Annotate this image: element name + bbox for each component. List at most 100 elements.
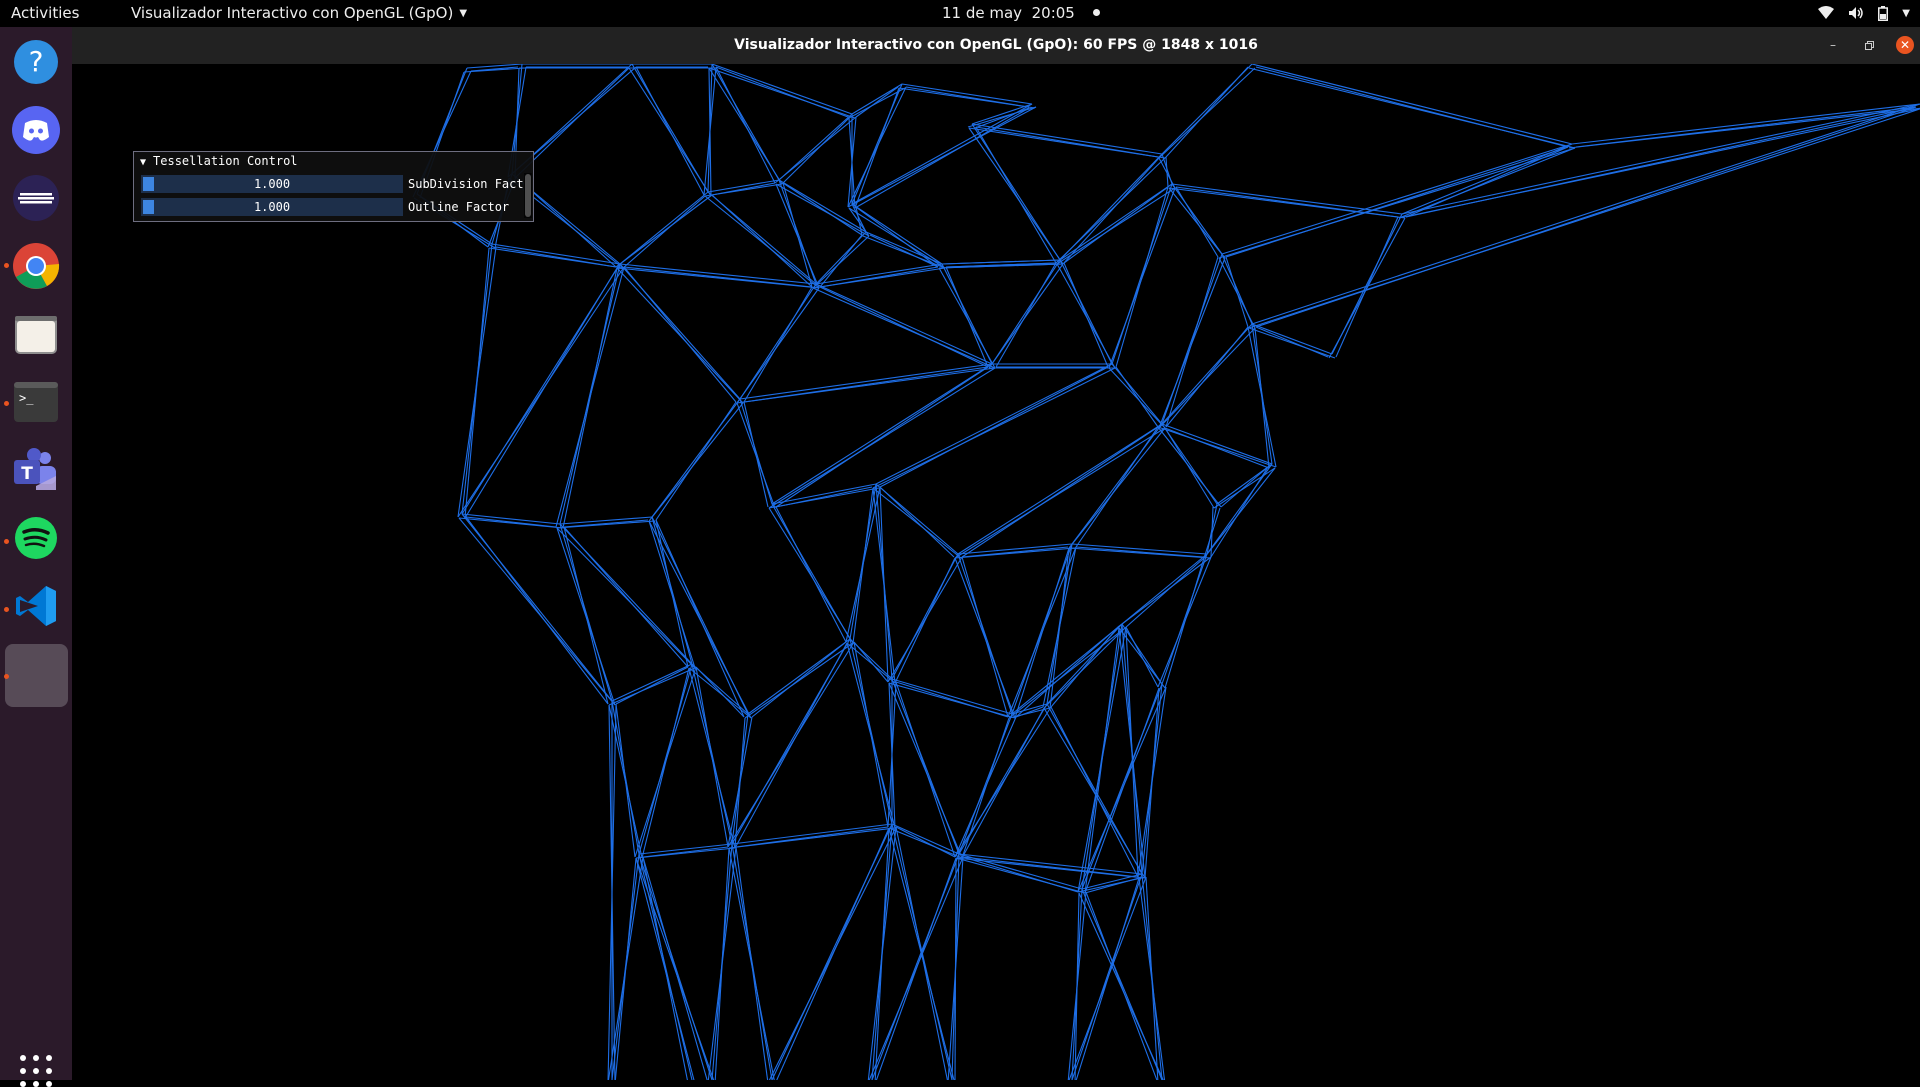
mesh-edge (954, 427, 1166, 559)
mesh-edge (1158, 327, 1256, 429)
mesh-edge (739, 398, 773, 505)
mesh-edge (1138, 877, 1166, 1080)
panel-scrollbar[interactable] (524, 173, 532, 218)
spotify-icon[interactable] (11, 513, 61, 563)
mesh-edge (728, 847, 775, 1080)
mesh-edge (888, 827, 955, 1080)
vscode-icon[interactable] (11, 581, 61, 631)
mesh-edge (1059, 183, 1173, 261)
app-menu-label: Visualizador Interactivo con OpenGL (GpO… (131, 4, 454, 22)
mesh-edge (619, 191, 709, 265)
mesh-edge (1084, 627, 1120, 894)
mesh-edge (1043, 627, 1126, 709)
restore-icon (1864, 40, 1874, 50)
mesh-edge (961, 426, 1159, 558)
mesh-edge (628, 67, 712, 197)
mesh-edge (708, 67, 856, 119)
collapse-arrow-icon[interactable]: ▼ (140, 157, 146, 168)
mesh-edge (743, 286, 813, 403)
mesh-edge (1056, 263, 1116, 369)
mesh-edge (1165, 66, 1249, 158)
clock[interactable]: 11 de may 20:05 (942, 4, 1100, 22)
mesh-edge (1203, 507, 1221, 559)
mesh-edge (1108, 187, 1176, 369)
mesh-edge (954, 557, 1016, 719)
top-bar: Activities Visualizador Interactivo con … (0, 0, 1920, 27)
mesh-edge (1251, 323, 1333, 355)
mesh-edge (1055, 156, 1167, 264)
activities-button[interactable]: Activities (11, 4, 79, 22)
mesh-edge (614, 857, 637, 1080)
mesh-edge (872, 487, 896, 684)
terminal-icon[interactable]: >_ (11, 377, 61, 427)
mesh-edge (1124, 557, 1205, 629)
subdivision-factor-row: 1.000 SubDivision Fact (141, 175, 523, 193)
mesh-edge (1221, 143, 1573, 255)
files-icon[interactable] (11, 309, 61, 359)
battery-icon (1878, 5, 1889, 21)
mesh-edge (1248, 327, 1336, 359)
mesh-edge (1144, 687, 1160, 879)
minimize-button[interactable]: – (1824, 36, 1842, 54)
eclipse-icon[interactable] (11, 173, 61, 223)
mesh-edge (991, 259, 1061, 365)
help-icon[interactable]: ? (11, 37, 61, 87)
mesh-edge (1063, 186, 1169, 264)
app-menu[interactable]: Visualizador Interactivo con OpenGL (GpO… (131, 4, 467, 22)
mesh-edge (1158, 67, 1256, 159)
panel-header[interactable]: ▼ Tessellation Control (134, 152, 533, 171)
mesh-edge (1218, 257, 1256, 329)
mesh-edge (1164, 427, 1270, 469)
mesh-edge (1071, 873, 1143, 1080)
mesh-edge (1220, 466, 1269, 508)
mesh-edge (1085, 891, 1158, 1080)
mesh-edge (1084, 877, 1140, 894)
mesh-edge (1071, 423, 1163, 545)
mesh-edge (1158, 257, 1226, 429)
svg-text:?: ? (29, 45, 44, 78)
discord-icon[interactable] (11, 105, 61, 155)
system-status-area[interactable]: ▼ (1818, 3, 1910, 23)
mesh-edge (1251, 103, 1920, 325)
window-titlebar[interactable]: Visualizador Interactivo con OpenGL (GpO… (72, 27, 1920, 64)
mesh-edge (655, 401, 737, 521)
mesh-edge (848, 207, 870, 237)
mesh-edge (1248, 67, 1576, 149)
chrome-icon[interactable] (11, 241, 61, 291)
mesh-edge (751, 641, 847, 718)
opengl-app-icon[interactable] (5, 644, 68, 707)
clock-time: 20:05 (1031, 4, 1075, 22)
mesh-edge (957, 423, 1163, 555)
mesh-edge (611, 663, 693, 702)
apps-grid-icon[interactable] (20, 1055, 52, 1087)
mesh-edge (869, 234, 939, 268)
mesh-edge (1255, 106, 1917, 328)
mesh-edge (958, 853, 1083, 890)
running-indicator (4, 539, 9, 544)
mesh-edge (736, 287, 820, 404)
running-indicator (4, 607, 9, 612)
mesh-edge (1015, 626, 1119, 718)
tessellation-control-panel[interactable]: ▼ Tessellation Control 1.000 SubDivision … (133, 151, 534, 222)
panel-title: Tessellation Control (153, 154, 298, 168)
mesh-edge (623, 266, 737, 403)
mesh-edge (854, 107, 1030, 209)
svg-text:T: T (21, 464, 33, 484)
maximize-button[interactable] (1860, 36, 1878, 54)
mesh-edge (819, 234, 863, 288)
mesh-edge (736, 367, 996, 404)
mesh-edge (559, 263, 621, 525)
outline-factor-row: 1.000 Outline Factor (141, 198, 521, 216)
mesh-edge (894, 557, 956, 684)
mesh-edge (635, 857, 695, 1080)
mesh-edge (879, 486, 955, 558)
mesh-edge (641, 667, 690, 859)
close-button[interactable]: ✕ (1896, 36, 1914, 54)
mesh-edge (619, 263, 817, 285)
opengl-viewport[interactable]: ▼ Tessellation Control 1.000 SubDivision … (72, 64, 1920, 1080)
mesh-edge (853, 641, 889, 683)
window-title: Visualizador Interactivo con OpenGL (GpO… (734, 37, 1258, 53)
scrollbar-thumb[interactable] (525, 174, 531, 217)
teams-icon[interactable]: T (11, 445, 61, 495)
mesh-edge (642, 856, 688, 1080)
